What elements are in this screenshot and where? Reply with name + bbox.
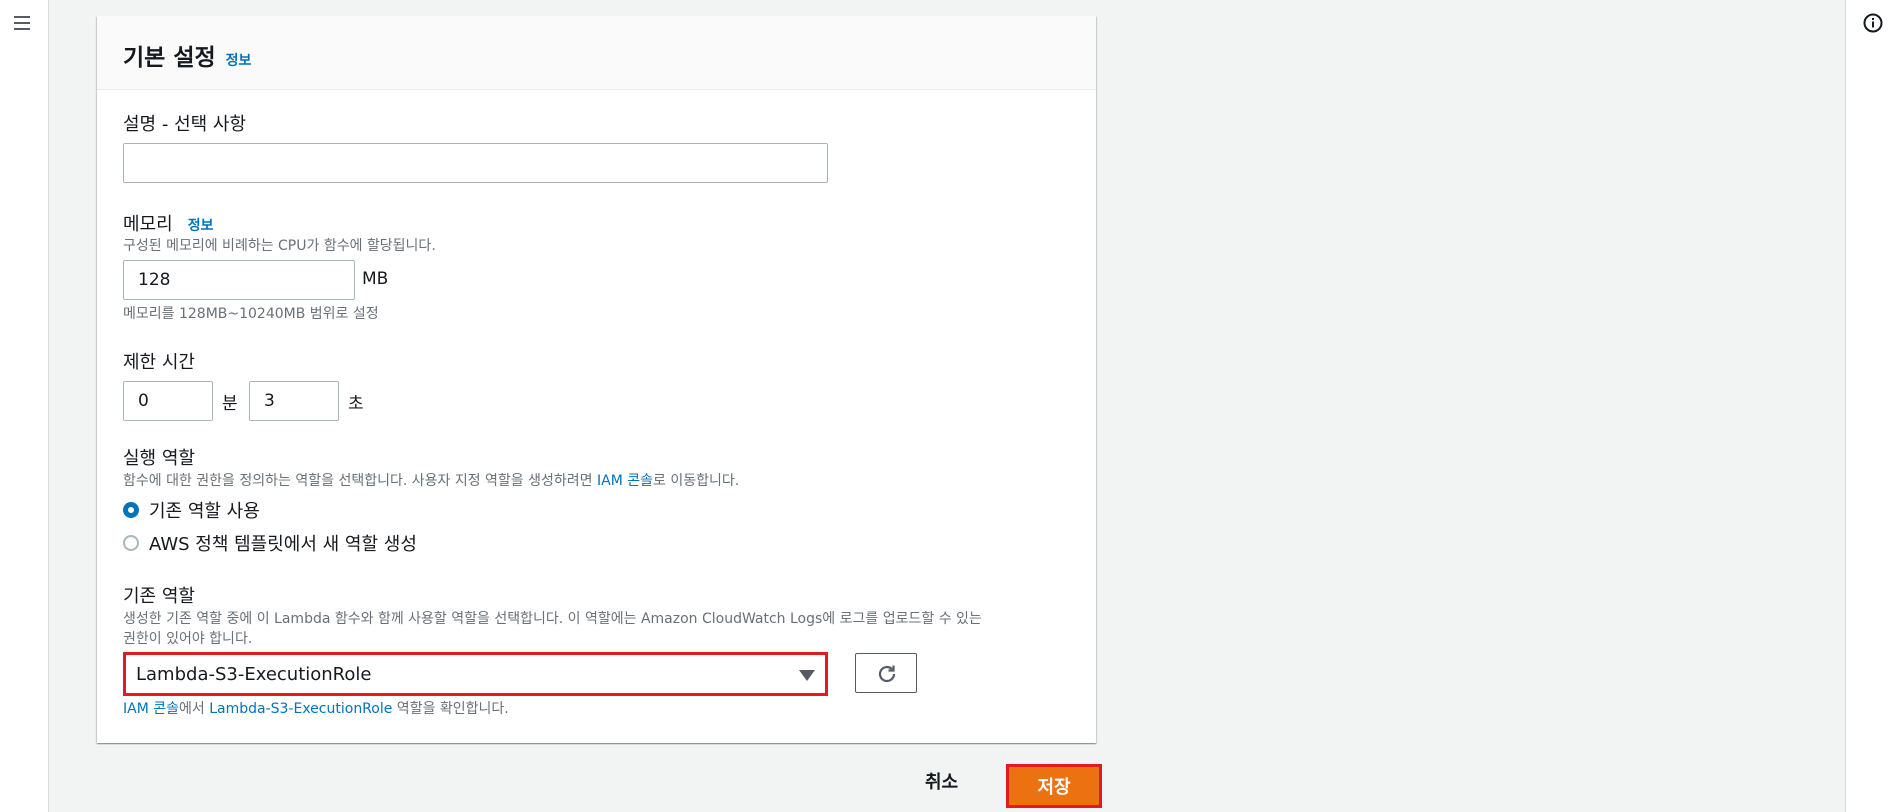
description-label: 설명 - 선택 사항 bbox=[123, 114, 247, 135]
timeout-minutes-input[interactable] bbox=[123, 381, 213, 421]
existing-role-description: 생성한 기존 역할 중에 이 Lambda 함수와 함께 사용할 역할을 선택합… bbox=[123, 611, 982, 647]
refresh-icon bbox=[878, 665, 896, 683]
description-input[interactable] bbox=[123, 143, 828, 183]
memory-description: 구성된 메모리에 비례하는 CPU가 함수에 할당됩니다. bbox=[123, 238, 436, 254]
existing-role-selected-value: Lambda-S3-ExecutionRole bbox=[136, 664, 372, 685]
role-name-link[interactable]: Lambda-S3-ExecutionRole bbox=[209, 701, 392, 717]
iam-console-hint-link[interactable]: IAM 콘솔 bbox=[123, 701, 179, 717]
panel-header: 기본 설정 정보 bbox=[97, 16, 1096, 90]
radio-create-from-template[interactable]: AWS 정책 템플릿에서 새 역할 생성 bbox=[123, 530, 417, 556]
refresh-roles-button[interactable] bbox=[855, 653, 917, 693]
radio-unchecked-icon[interactable] bbox=[123, 535, 139, 551]
timeout-seconds-input[interactable] bbox=[249, 381, 339, 421]
left-navigation-rail bbox=[0, 0, 49, 812]
save-button[interactable]: 저장 bbox=[1006, 764, 1102, 808]
memory-unit: MB bbox=[362, 269, 389, 289]
timeout-minutes-unit: 분 bbox=[222, 394, 238, 414]
existing-role-hint: IAM 콘솔에서 Lambda-S3-ExecutionRole 역할을 확인합… bbox=[123, 701, 509, 717]
memory-label-row: 메모리 정보 bbox=[123, 210, 214, 236]
caret-down-icon bbox=[799, 670, 815, 681]
radio-checked-icon[interactable] bbox=[123, 502, 139, 518]
cancel-button[interactable]: 취소 bbox=[925, 768, 958, 794]
timeout-seconds-unit: 초 bbox=[348, 394, 364, 414]
existing-role-select[interactable]: Lambda-S3-ExecutionRole bbox=[123, 652, 828, 696]
iam-console-link[interactable]: IAM 콘솔 bbox=[597, 473, 653, 489]
timeout-label: 제한 시간 bbox=[123, 352, 195, 373]
memory-input[interactable] bbox=[123, 260, 355, 300]
optional-marker: 선택 사항 bbox=[174, 114, 247, 135]
info-icon[interactable] bbox=[1862, 12, 1884, 38]
existing-role-label: 기존 역할 bbox=[123, 586, 195, 607]
panel-info-link[interactable]: 정보 bbox=[226, 53, 252, 69]
execution-role-label: 실행 역할 bbox=[123, 448, 195, 469]
memory-label: 메모리 bbox=[123, 214, 173, 235]
right-tools-rail bbox=[1845, 0, 1896, 812]
memory-info-link[interactable]: 정보 bbox=[188, 218, 214, 234]
hamburger-menu-icon[interactable] bbox=[12, 14, 32, 32]
radio-use-existing-role[interactable]: 기존 역할 사용 bbox=[123, 497, 260, 523]
panel-title: 기본 설정 정보 bbox=[123, 45, 252, 71]
memory-constraint: 메모리를 128MB~10240MB 범위로 설정 bbox=[123, 306, 379, 322]
execution-role-description: 함수에 대한 권한을 정의하는 역할을 선택합니다. 사용자 지정 역할을 생성… bbox=[123, 473, 740, 489]
